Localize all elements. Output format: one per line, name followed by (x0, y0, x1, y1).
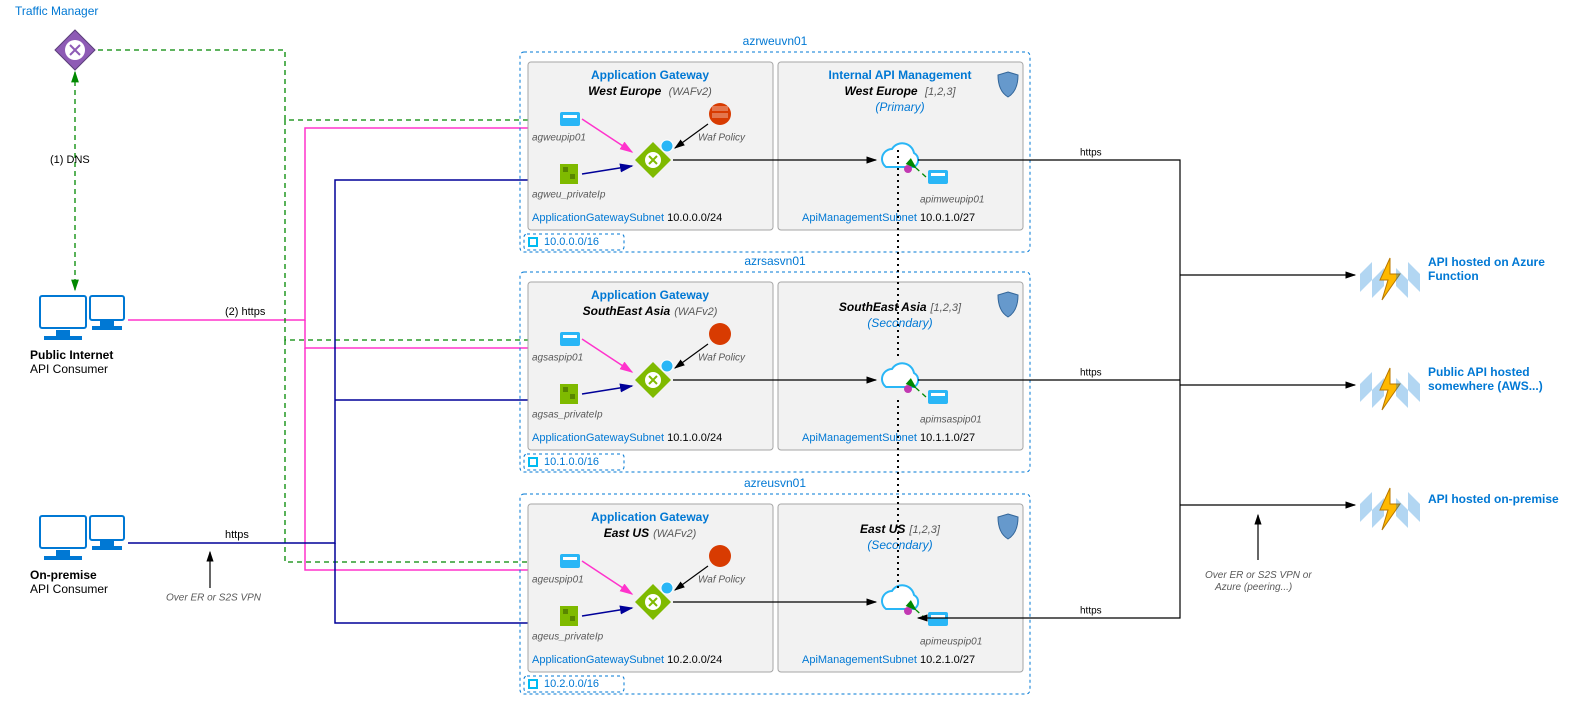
pip-icon (560, 554, 580, 568)
svg-text:ApplicationGatewaySubnet 10.2.: ApplicationGatewaySubnet 10.2.0.0/24 (532, 654, 722, 666)
appgw-subnet-label: ApplicationGatewaySubnet (532, 212, 664, 224)
appgw-region: West Europe (588, 84, 661, 98)
function-icon (1360, 488, 1420, 530)
appgw-sku: (WAFv2) (669, 86, 713, 98)
apim-pip-label: apimsaspip01 (920, 415, 982, 426)
appgw-privateip: agsas_privateIp (532, 410, 603, 421)
waf-icon (709, 545, 731, 567)
appgw-subnet-cidr: 10.2.0.0/24 (667, 654, 722, 666)
svg-text:West Europe (WAFv2): West Europe (WAFv2) (588, 84, 712, 98)
https-onprem-label: https (225, 529, 249, 541)
appgw-sku: (WAFv2) (674, 306, 718, 318)
vnet-cidr: 10.2.0.0/16 (544, 678, 599, 690)
api-2-label: API hosted on-premise (1428, 492, 1559, 506)
onprem-sub: API Consumer (30, 582, 108, 596)
svg-text:SouthEast Asia[1,2,3]: SouthEast Asia[1,2,3] (839, 300, 962, 314)
svg-text:ApiManagementSubnet 10.2.1.0/2: ApiManagementSubnet 10.2.1.0/27 (802, 654, 975, 666)
public-internet-title: Public Internet (30, 348, 113, 362)
appgw-pip: agweupip01 (532, 133, 586, 144)
appgw-subnet-label: ApplicationGatewaySubnet (532, 432, 664, 444)
er-note-right: Over ER or S2S VPN orAzure (peering...) (1205, 570, 1312, 593)
vnet-azrsasvn01: azrsasvn01 10.1.0.0/16 Application Gatew… (520, 254, 1030, 472)
https-right-3: https (1080, 606, 1102, 617)
svg-text:East US[1,2,3]: East US[1,2,3] (860, 522, 941, 536)
api-1-label: Public API hostedsomewhere (AWS...) (1428, 365, 1543, 393)
public-internet-sub: API Consumer (30, 362, 108, 376)
traffic-manager-icon (55, 30, 95, 70)
vnet-cidr: 10.1.0.0/16 (544, 456, 599, 468)
svg-text:ApplicationGatewaySubnet 10.0.: ApplicationGatewaySubnet 10.0.0.0/24 (532, 212, 722, 224)
vnet-name: azrsasvn01 (744, 254, 806, 268)
er-note: Over ER or S2S VPN (166, 593, 262, 604)
appgw-region: SouthEast Asia (583, 304, 671, 318)
https-right-1: https (1080, 148, 1102, 159)
svg-text:ApiManagementSubnet 10.1.1.0/2: ApiManagementSubnet 10.1.1.0/27 (802, 432, 975, 444)
https-pub-label: (2) https (225, 306, 266, 318)
nsg-icon (560, 606, 578, 626)
nsg-icon (560, 164, 578, 184)
appgw-region: East US (604, 526, 649, 540)
apim-zones: [1,2,3] (924, 86, 957, 98)
apim-region: East US (860, 522, 905, 536)
vnet-name: azrweuvn01 (743, 34, 808, 48)
waf-icon (709, 103, 731, 125)
appgw-title: Application Gateway (591, 510, 709, 524)
public-internet-icon (40, 296, 124, 340)
apim-region: West Europe (844, 84, 917, 98)
apim-pip-label: apimeuspip01 (920, 637, 982, 648)
vnet-azreusvn01: azreusvn01 10.2.0.0/16 Application Gatew… (520, 476, 1030, 694)
svg-text:ApiManagementSubnet 10.0.1.0/2: ApiManagementSubnet 10.0.1.0/27 (802, 212, 975, 224)
apim-pip-icon (928, 612, 948, 626)
apim-pip-label: apimweupip01 (920, 195, 985, 206)
waf-label: Waf Policy (698, 575, 746, 586)
appgw-privateip: agweu_privateIp (532, 190, 606, 201)
nsg-icon (560, 384, 578, 404)
vnet-azrweuvn01: azrweuvn01 10.0.0.0/16 Application Gatew… (520, 34, 1030, 252)
pip-icon (560, 112, 580, 126)
pip-icon (560, 332, 580, 346)
apim-region: SouthEast Asia (839, 300, 927, 314)
function-icon (1360, 258, 1420, 300)
appgw-title: Application Gateway (591, 288, 709, 302)
apim-title: Internal API Management (829, 68, 972, 82)
vnet-cidr: 10.0.0.0/16 (544, 236, 599, 248)
function-icon (1360, 368, 1420, 410)
apim-subnet-label: ApiManagementSubnet (802, 654, 917, 666)
appgw-subnet-cidr: 10.1.0.0/24 (667, 432, 722, 444)
appgw-sku: (WAFv2) (653, 528, 697, 540)
apim-subnet-cidr: 10.1.1.0/27 (920, 432, 975, 444)
appgw-subnet-label: ApplicationGatewaySubnet (532, 654, 664, 666)
svg-text:West Europe [1,2,3]: West Europe [1,2,3] (844, 84, 956, 98)
appgw-title: Application Gateway (591, 68, 709, 82)
apim-subnet-cidr: 10.0.1.0/27 (920, 212, 975, 224)
apim-subnet-label: ApiManagementSubnet (802, 212, 917, 224)
apim-subnet-cidr: 10.2.1.0/27 (920, 654, 975, 666)
apim-role: (Primary) (875, 100, 924, 114)
waf-label: Waf Policy (698, 133, 746, 144)
waf-label: Waf Policy (698, 353, 746, 364)
apim-subnet-label: ApiManagementSubnet (802, 432, 917, 444)
vnet-name: azreusvn01 (744, 476, 806, 490)
apim-role: (Secondary) (867, 538, 932, 552)
dns-label: (1) DNS (50, 154, 90, 166)
apim-pip-icon (928, 390, 948, 404)
api-0-label: API hosted on AzureFunction (1428, 255, 1545, 283)
waf-icon (709, 323, 731, 345)
apim-zones: [1,2,3] (930, 302, 963, 314)
onprem-icon (40, 516, 124, 560)
apim-role: (Secondary) (867, 316, 932, 330)
appgw-pip: ageuspip01 (532, 575, 584, 586)
svg-text:ApplicationGatewaySubnet 10.1.: ApplicationGatewaySubnet 10.1.0.0/24 (532, 432, 722, 444)
https-right-2: https (1080, 368, 1102, 379)
apim-pip-icon (928, 170, 948, 184)
appgw-privateip: ageus_privateIp (532, 632, 604, 643)
svg-text:SouthEast Asia(WAFv2): SouthEast Asia(WAFv2) (583, 304, 718, 318)
appgw-pip: agsaspip01 (532, 353, 583, 364)
onprem-title: On-premise (30, 568, 97, 582)
apim-zones: [1,2,3] (908, 524, 941, 536)
traffic-manager-title: Traffic Manager (15, 4, 98, 18)
appgw-subnet-cidr: 10.0.0.0/24 (667, 212, 722, 224)
